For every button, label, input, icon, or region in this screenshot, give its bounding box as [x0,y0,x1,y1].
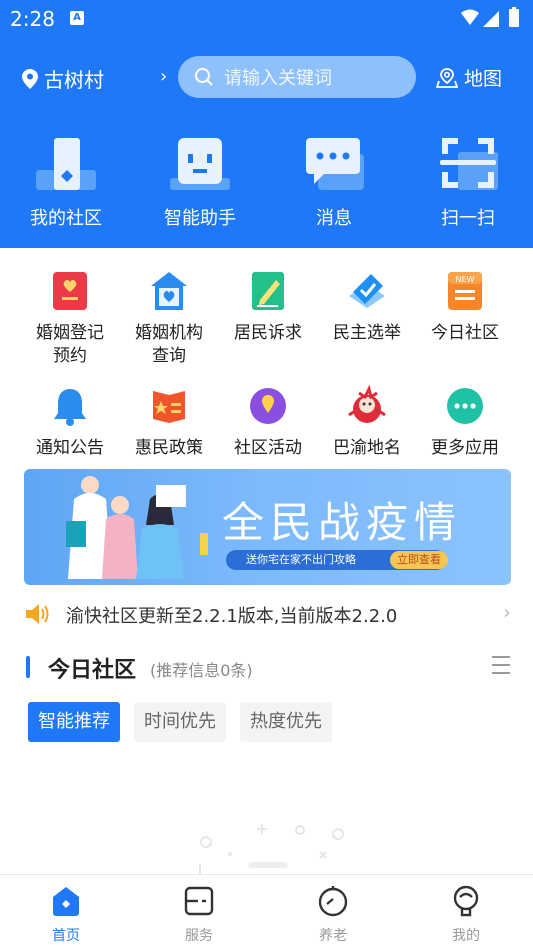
election-icon [349,274,385,308]
marriage-register-icon [53,272,87,310]
service-label: 更多应用 [431,438,499,458]
tab-service[interactable]: 服务 [159,885,239,945]
service-label: 居民诉求 [234,323,302,343]
service-label: 社区活动 [234,438,302,458]
service-marriage-register[interactable]: 婚姻登记 预约 [23,270,117,368]
policy-icon [153,391,185,423]
service-appeal[interactable]: 居民诉求 [221,270,315,345]
system-icons [459,7,523,33]
service-label: 通知公告 [36,438,104,458]
home-icon [53,887,79,916]
mascot-icon [348,384,386,423]
service-election[interactable]: 民主选举 [320,270,414,345]
service-label-line2: 查询 [152,346,186,366]
service-label: 婚姻登记 [36,323,104,343]
service-label: 民主选举 [333,323,401,343]
map-label: 地图 [464,68,503,90]
svg-text:NEW: NEW [456,275,475,284]
service-label: 婚姻机构 [135,323,203,343]
section-subtitle: (推荐信息0条) [150,661,253,680]
profile-icon [453,885,479,917]
service-bayu-place[interactable]: 巴渝地名 [320,384,414,460]
tab-label: 我的 [452,928,480,944]
quick-action-message[interactable]: 消息 [284,134,384,230]
section-accent-bar [26,656,30,678]
today-community-header: 今日社区 (推荐信息0条) [26,652,516,684]
tab-popularity-first[interactable]: 热度优先 [240,702,332,742]
service-today-community[interactable]: NEW 今日社区 [418,270,512,345]
more-icon [447,388,483,424]
chevron-right-icon: › [160,66,168,87]
tab-home[interactable]: 首页 [26,885,106,945]
quick-action-label: 消息 [316,208,352,229]
community-icon [36,138,96,190]
service-more[interactable]: 更多应用 [418,385,512,460]
news-icon: NEW [448,272,482,310]
medical-staff-illustration [66,476,208,579]
map-button[interactable]: 地图 [436,64,502,91]
tab-profile[interactable]: 我的 [426,885,506,945]
quick-action-label: 扫一扫 [441,208,495,229]
appeal-icon [252,272,284,310]
tab-elderly[interactable]: 养老 [293,885,373,945]
header: 古树村 › 请输入关键词 地图 我的社区 智能助手 消息 扫一扫 [0,36,533,248]
empty-decoration-icon [199,824,344,874]
service-activity[interactable]: 社区活动 [221,385,315,460]
bottom-tab-bar: 首页 服务 养老 我的 [0,874,533,950]
banner-title: 全民战疫情 [222,498,463,547]
quick-action-community[interactable]: 我的社区 [16,134,116,230]
robot-icon [170,138,230,190]
scan-icon [440,138,498,190]
quick-action-assistant[interactable]: 智能助手 [150,134,250,230]
service-label: 今日社区 [431,323,499,343]
service-icon [184,886,214,916]
message-icon [306,138,364,190]
service-notice[interactable]: 通知公告 [23,385,117,460]
elderly-icon [318,886,348,917]
marriage-agency-icon [151,272,187,310]
tab-time-first[interactable]: 时间优先 [134,702,226,742]
tab-smart-recommend[interactable]: 智能推荐 [28,702,120,742]
status-bar: 2:28 A [0,0,533,36]
service-marriage-agency[interactable]: 婚姻机构 查询 [122,270,216,368]
notice-text: 渝快社区更新至2.2.1版本,当前版本2.2.0 [66,606,398,627]
update-notice[interactable]: 渝快社区更新至2.2.1版本,当前版本2.2.0 › [0,598,533,630]
empty-state-illustration [190,820,350,880]
quick-action-label: 智能助手 [164,208,236,229]
search-icon [195,68,213,86]
location-selector[interactable]: 古树村 › [22,64,167,93]
tab-label: 养老 [319,928,347,944]
location-pin-icon [22,68,38,89]
epidemic-banner[interactable]: 全民战疫情 送你宅在家不出门攻略 立即查看 [24,469,511,585]
signal-battery-icon [461,7,519,27]
banner-view-button[interactable]: 立即查看 [390,551,448,569]
quick-action-label: 我的社区 [30,208,102,229]
location-name: 古树村 [44,68,104,92]
bell-icon [54,389,86,426]
service-policy[interactable]: 惠民政策 [122,385,216,460]
service-label: 惠民政策 [135,438,203,458]
service-label-line2: 预约 [53,346,87,366]
service-label: 巴渝地名 [333,438,401,458]
search-input[interactable]: 请输入关键词 [178,56,416,98]
speaker-icon [26,604,49,624]
tab-label: 服务 [185,928,213,944]
search-placeholder: 请输入关键词 [224,68,332,89]
map-icon [436,67,458,88]
status-time: 2:28 [10,7,55,31]
quick-action-scan[interactable]: 扫一扫 [418,134,518,230]
notification-a-icon: A [70,11,84,25]
sort-tabs: 智能推荐 时间优先 热度优先 [28,702,346,742]
activity-icon [250,388,286,424]
menu-icon[interactable] [492,656,510,680]
tab-label: 首页 [52,928,80,944]
section-title: 今日社区 [48,658,137,683]
chevron-right-icon: › [503,600,511,624]
